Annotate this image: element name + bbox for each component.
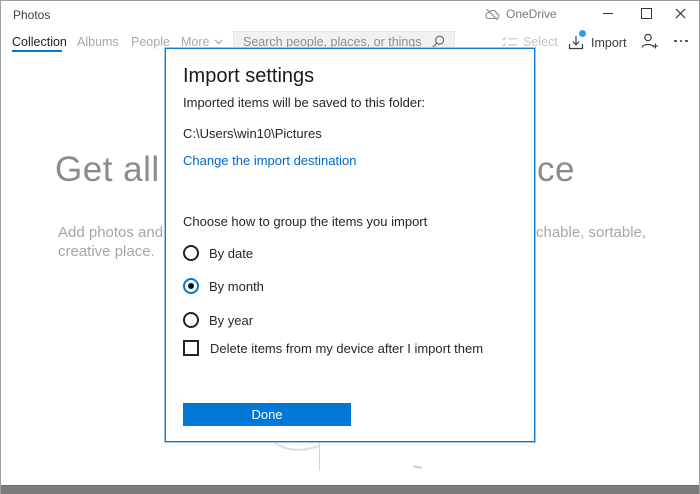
illustration-arc — [273, 440, 321, 454]
illustration-dash — [413, 465, 422, 468]
radio-option-by-month[interactable]: By month — [183, 276, 264, 296]
radio-option-by-date[interactable]: By date — [183, 243, 253, 263]
import-button[interactable]: Import — [568, 35, 626, 50]
chevron-down-icon — [214, 39, 223, 45]
bg-paragraph-line2: creative place. — [58, 243, 155, 260]
title-bar: Photos OneDrive — [0, 0, 700, 28]
bg-paragraph-line1-right: chable, sortable, — [536, 224, 646, 241]
group-options-label: Choose how to group the items you import — [183, 214, 427, 229]
radio-icon[interactable] — [183, 278, 199, 294]
folder-path: C:\Users\win10\Pictures — [183, 126, 322, 141]
tab-albums[interactable]: Albums — [77, 35, 119, 49]
checkbox-icon[interactable] — [183, 340, 199, 356]
delete-after-import-option[interactable]: Delete items from my device after I impo… — [183, 338, 483, 358]
bg-paragraph-line1-left: Add photos and v — [58, 224, 175, 241]
onedrive-offline-icon — [484, 8, 500, 21]
close-button[interactable] — [665, 0, 695, 26]
checkbox-label: Delete items from my device after I impo… — [210, 341, 483, 356]
dialog-title: Import settings — [183, 65, 314, 88]
minimize-icon — [603, 13, 613, 14]
onedrive-status[interactable]: OneDrive — [484, 7, 557, 21]
select-icon — [502, 36, 517, 48]
tab-more[interactable]: More — [181, 35, 223, 49]
radio-option-by-year[interactable]: By year — [183, 310, 253, 330]
active-tab-underline — [12, 50, 62, 52]
select-button[interactable]: Select — [502, 35, 558, 49]
app-title: Photos — [13, 8, 50, 22]
more-options-button[interactable] — [670, 33, 692, 49]
maximize-icon — [641, 8, 652, 19]
bg-heading-right-fragment: ce — [537, 150, 575, 190]
select-label: Select — [523, 35, 558, 49]
radio-icon[interactable] — [183, 245, 199, 261]
radio-icon[interactable] — [183, 312, 199, 328]
search-icon — [431, 35, 445, 49]
done-button[interactable]: Done — [183, 403, 351, 426]
radio-label: By year — [209, 313, 253, 328]
change-destination-link[interactable]: Change the import destination — [183, 153, 356, 168]
close-icon — [675, 8, 686, 19]
radio-label: By date — [209, 246, 253, 261]
save-folder-note: Imported items will be saved to this fol… — [183, 95, 425, 110]
import-icon — [568, 35, 584, 50]
tab-more-label: More — [181, 35, 209, 49]
maximize-button[interactable] — [631, 0, 661, 26]
onedrive-label: OneDrive — [506, 7, 557, 21]
minimize-button[interactable] — [593, 0, 623, 26]
window-bottom-edge — [0, 485, 700, 494]
import-notification-badge — [579, 30, 586, 37]
tab-people[interactable]: People — [131, 35, 170, 49]
tab-collection[interactable]: Collection — [12, 35, 67, 49]
import-label: Import — [591, 36, 626, 50]
add-person-button[interactable] — [641, 33, 659, 49]
import-settings-dialog: Import settings Imported items will be s… — [165, 48, 535, 442]
radio-label: By month — [209, 279, 264, 294]
add-person-icon — [641, 33, 659, 49]
ellipsis-icon — [674, 40, 677, 43]
search-placeholder: Search people, places, or things... — [243, 35, 423, 49]
